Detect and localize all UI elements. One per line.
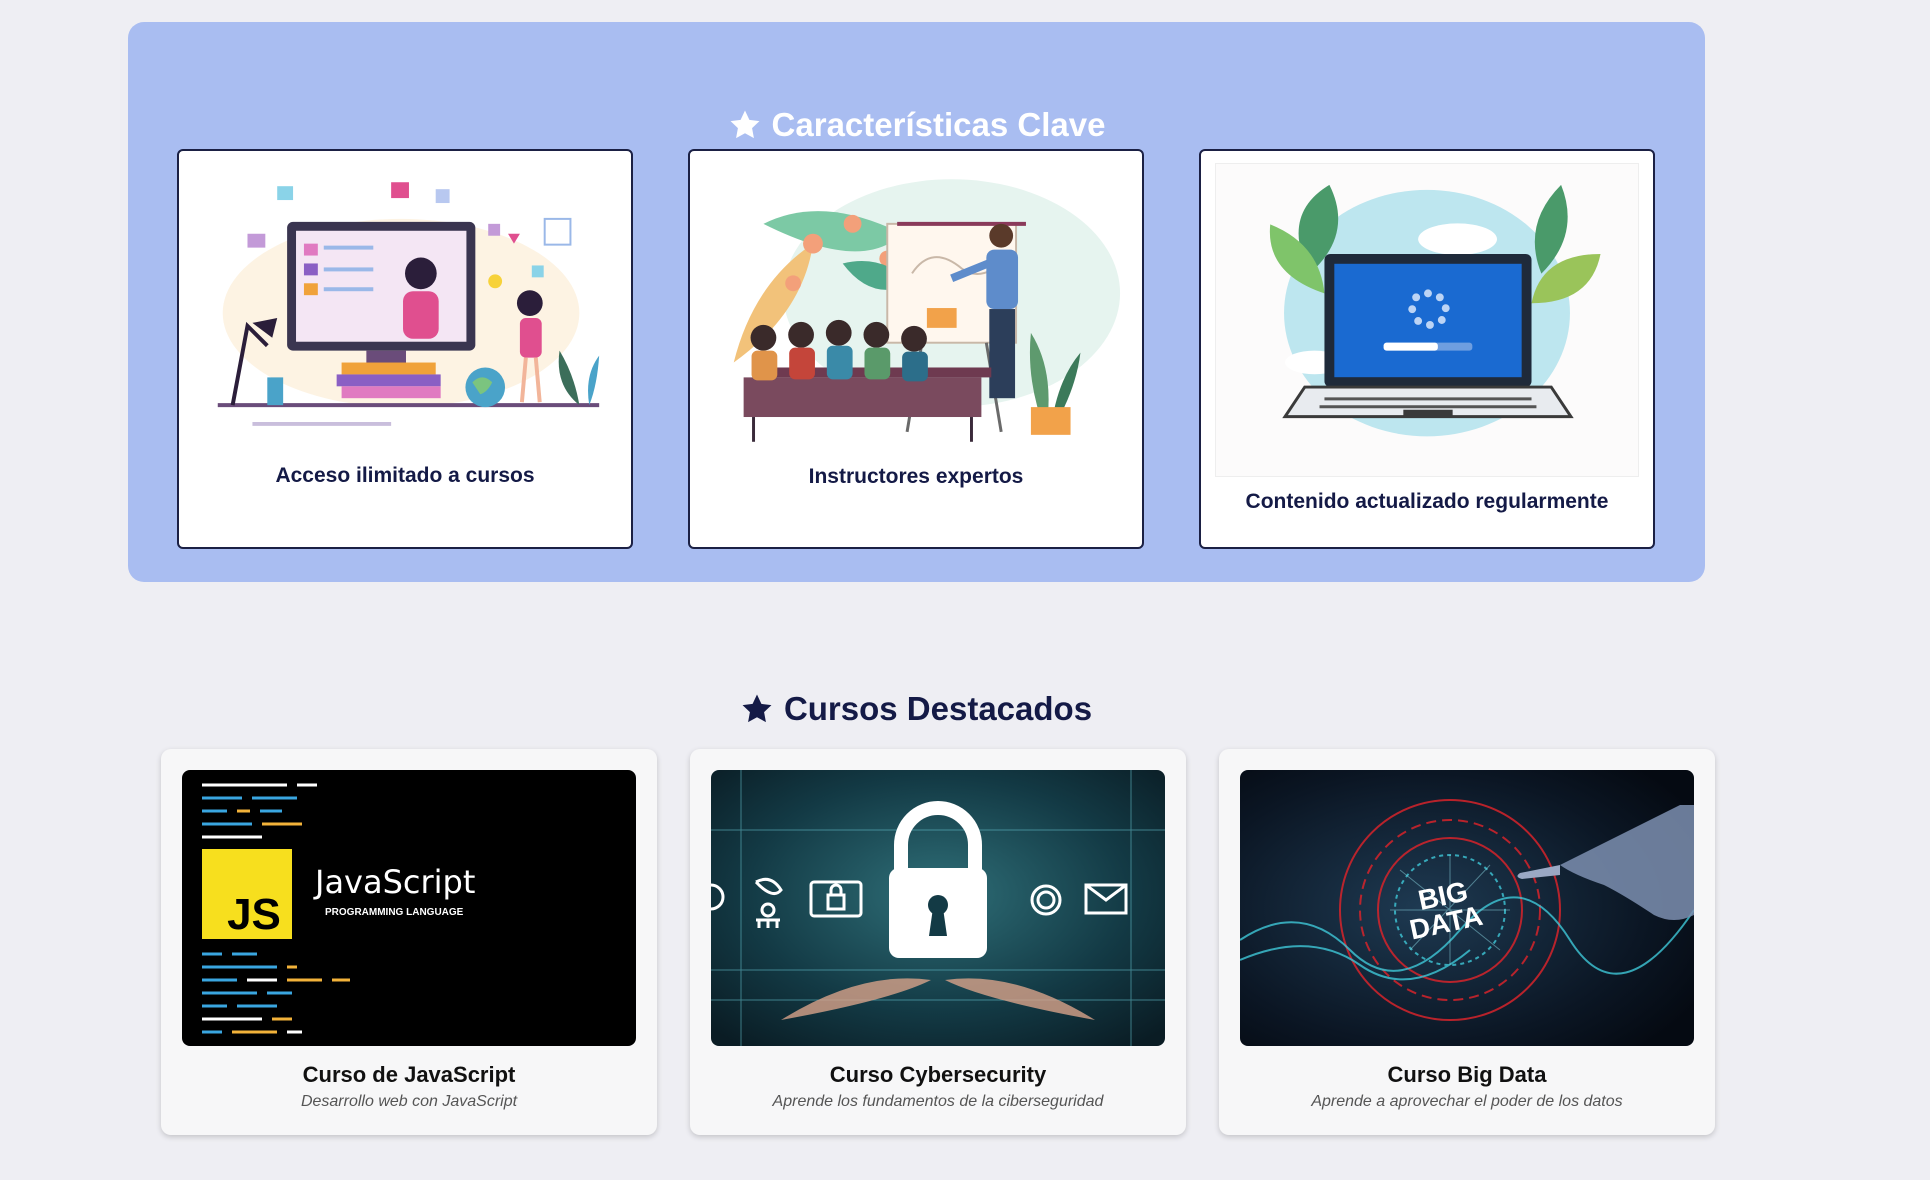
course-subtitle: Aprende a aprovechar el poder de los dat… <box>1311 1093 1623 1110</box>
course-subtitle: Desarrollo web con JavaScript <box>300 1093 518 1110</box>
feature-card-updated-content[interactable]: Contenido actualizado regularmente <box>1199 149 1655 549</box>
star-icon <box>740 692 774 726</box>
js-banner-subtitle: PROGRAMMING LANGUAGE <box>325 907 464 918</box>
js-logo-text: JS <box>227 890 281 939</box>
courses-title-text: Cursos Destacados <box>783 690 1093 727</box>
feature-label: Instructores expertos <box>808 465 1024 488</box>
course-title[interactable]: Curso Big Data <box>1219 1062 1715 1088</box>
instructor-presentation-illustration <box>704 163 1128 463</box>
javascript-banner: JS JavaScript PROGRAMMING LANGUAGE <box>182 770 636 1046</box>
big-data-image: BIG DATA <box>1240 770 1694 1046</box>
feature-label: Contenido actualizado regularmente <box>1245 490 1609 513</box>
laptop-updating-illustration <box>1215 163 1639 477</box>
features-section: Características Clave Acceso ilimitado a… <box>128 22 1705 582</box>
courses-title: Cursos Destacados <box>0 686 1832 732</box>
online-learning-illustration <box>193 163 617 463</box>
course-card-javascript[interactable]: JS JavaScript PROGRAMMING LANGUAGE Curso… <box>161 749 657 1135</box>
features-title-text: Características Clave <box>771 106 1106 143</box>
star-icon <box>728 108 762 142</box>
feature-card-expert-instructors[interactable]: Instructores expertos <box>688 149 1144 549</box>
cybersecurity-lock-image <box>711 770 1165 1046</box>
js-banner-title: JavaScript <box>313 863 475 901</box>
course-card-big-data[interactable]: BIG DATA Curso Big Data Aprende a aprove… <box>1219 749 1715 1135</box>
course-subtitle: Aprende los fundamentos de la cibersegur… <box>772 1093 1104 1110</box>
course-title[interactable]: Curso de JavaScript <box>161 1062 657 1088</box>
feature-card-unlimited-access[interactable]: Acceso ilimitado a cursos <box>177 149 633 549</box>
course-card-cybersecurity[interactable]: Curso Cybersecurity Aprende los fundamen… <box>690 749 1186 1135</box>
course-title[interactable]: Curso Cybersecurity <box>690 1062 1186 1088</box>
feature-label: Acceso ilimitado a cursos <box>275 464 535 487</box>
features-title: Características Clave <box>128 102 1705 148</box>
